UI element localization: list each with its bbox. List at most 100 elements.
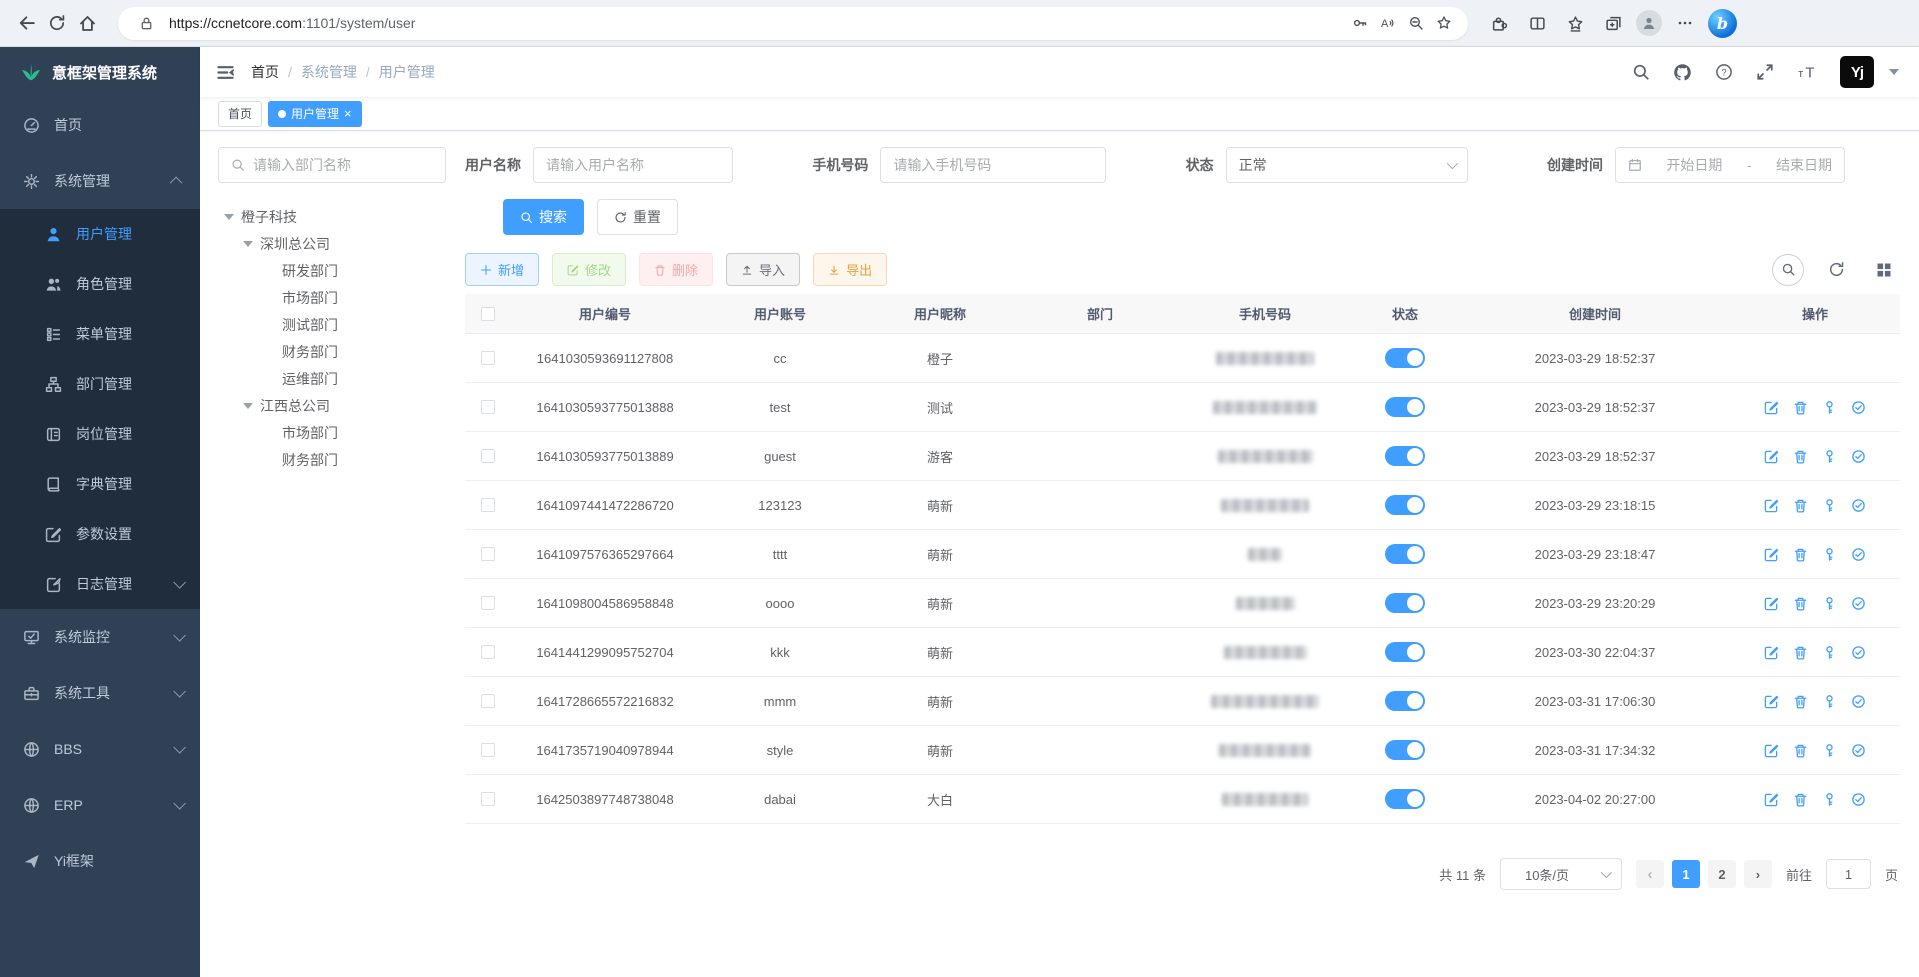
row-checkbox[interactable]: [481, 400, 495, 414]
row-checkbox[interactable]: [481, 645, 495, 659]
tree-expand-icon[interactable]: [243, 403, 253, 409]
sidebar-item-home[interactable]: 首页: [0, 97, 200, 153]
zoom-icon[interactable]: [1402, 9, 1430, 37]
row-checkbox[interactable]: [481, 792, 495, 806]
select-all-checkbox[interactable]: [481, 307, 495, 321]
dept-search-input[interactable]: [253, 157, 433, 173]
sidebar-item-erp[interactable]: ERP: [0, 777, 200, 833]
reset-password-icon[interactable]: [1822, 792, 1837, 807]
row-checkbox[interactable]: [481, 498, 495, 512]
edit-icon[interactable]: [1764, 547, 1779, 562]
status-toggle[interactable]: [1385, 642, 1425, 662]
edit-icon[interactable]: [1764, 449, 1779, 464]
sidebar-item-post-mgmt[interactable]: 岗位管理: [0, 409, 200, 459]
delete-icon[interactable]: [1793, 743, 1808, 758]
refresh-icon[interactable]: [42, 8, 72, 38]
sidebar-item-param-settings[interactable]: 参数设置: [0, 509, 200, 559]
tree-node[interactable]: 研发部门: [218, 257, 446, 284]
delete-icon[interactable]: [1793, 400, 1808, 415]
tab-user-mgmt[interactable]: 用户管理 ×: [268, 101, 362, 127]
search-icon[interactable]: [1632, 63, 1650, 81]
status-toggle[interactable]: [1385, 740, 1425, 760]
edit-icon[interactable]: [1764, 645, 1779, 660]
tree-node[interactable]: 财务部门: [218, 338, 446, 365]
import-button[interactable]: 导入: [726, 253, 800, 286]
delete-button[interactable]: 删除: [639, 253, 713, 286]
username-input[interactable]: [546, 157, 720, 173]
reset-password-icon[interactable]: [1822, 449, 1837, 464]
font-size-icon[interactable]: тT: [1797, 63, 1817, 81]
profile-icon[interactable]: [1636, 10, 1662, 36]
sidebar-item-menu-mgmt[interactable]: 菜单管理: [0, 309, 200, 359]
refresh-icon[interactable]: [1820, 254, 1852, 286]
close-icon[interactable]: ×: [344, 107, 352, 120]
split-screen-icon[interactable]: [1522, 8, 1552, 38]
sidebar-item-role-mgmt[interactable]: 角色管理: [0, 259, 200, 309]
add-button[interactable]: 新增: [465, 253, 539, 286]
reset-password-icon[interactable]: [1822, 645, 1837, 660]
assign-role-icon[interactable]: [1851, 547, 1866, 562]
assign-role-icon[interactable]: [1851, 645, 1866, 660]
reset-button[interactable]: 重置: [597, 199, 678, 235]
search-toggle-icon[interactable]: [1772, 254, 1804, 286]
help-icon[interactable]: ?: [1715, 63, 1733, 81]
next-page-button[interactable]: ›: [1744, 860, 1772, 888]
delete-icon[interactable]: [1793, 498, 1808, 513]
assign-role-icon[interactable]: [1851, 498, 1866, 513]
caret-down-icon[interactable]: [1889, 69, 1899, 75]
status-toggle[interactable]: [1385, 495, 1425, 515]
edit-icon[interactable]: [1764, 498, 1779, 513]
tab-home[interactable]: 首页: [218, 101, 262, 127]
edit-icon[interactable]: [1764, 743, 1779, 758]
assign-role-icon[interactable]: [1851, 596, 1866, 611]
assign-role-icon[interactable]: [1851, 792, 1866, 807]
extensions-icon[interactable]: [1484, 8, 1514, 38]
edit-icon[interactable]: [1764, 596, 1779, 611]
tree-node[interactable]: 深圳总公司: [218, 230, 446, 257]
status-toggle[interactable]: [1385, 348, 1425, 368]
tree-node[interactable]: 运维部门: [218, 365, 446, 392]
status-toggle[interactable]: [1385, 544, 1425, 564]
back-icon[interactable]: [12, 8, 42, 38]
assign-role-icon[interactable]: [1851, 449, 1866, 464]
modify-button[interactable]: 修改: [552, 253, 626, 286]
status-toggle[interactable]: [1385, 593, 1425, 613]
github-icon[interactable]: [1673, 63, 1692, 82]
sidebar-toggle-icon[interactable]: [216, 63, 235, 82]
fullscreen-icon[interactable]: [1756, 63, 1774, 81]
search-button[interactable]: 搜索: [503, 199, 584, 235]
reset-password-icon[interactable]: [1822, 596, 1837, 611]
sidebar-item-dept-mgmt[interactable]: 部门管理: [0, 359, 200, 409]
tree-node[interactable]: 市场部门: [218, 419, 446, 446]
reset-password-icon[interactable]: [1822, 743, 1837, 758]
password-key-icon[interactable]: [1346, 9, 1374, 37]
assign-role-icon[interactable]: [1851, 400, 1866, 415]
prev-page-button[interactable]: ‹: [1636, 860, 1664, 888]
reset-password-icon[interactable]: [1822, 400, 1837, 415]
tree-node[interactable]: 江西总公司: [218, 392, 446, 419]
export-button[interactable]: 导出: [813, 253, 887, 286]
tree-node[interactable]: 市场部门: [218, 284, 446, 311]
favorites-icon[interactable]: [1560, 8, 1590, 38]
favorite-add-icon[interactable]: [1430, 9, 1458, 37]
reset-password-icon[interactable]: [1822, 498, 1837, 513]
breadcrumb-home[interactable]: 首页: [251, 62, 279, 82]
tree-expand-icon[interactable]: [243, 241, 253, 247]
tree-node[interactable]: 测试部门: [218, 311, 446, 338]
delete-icon[interactable]: [1793, 792, 1808, 807]
edit-icon[interactable]: [1764, 400, 1779, 415]
delete-icon[interactable]: [1793, 645, 1808, 660]
date-range-picker[interactable]: 开始日期 - 结束日期: [1615, 147, 1845, 183]
tree-expand-icon[interactable]: [224, 214, 234, 220]
assign-role-icon[interactable]: [1851, 743, 1866, 758]
edit-icon[interactable]: [1764, 694, 1779, 709]
columns-grid-icon[interactable]: [1868, 254, 1900, 286]
read-aloud-icon[interactable]: A: [1374, 9, 1402, 37]
status-toggle[interactable]: [1385, 691, 1425, 711]
row-checkbox[interactable]: [481, 694, 495, 708]
row-checkbox[interactable]: [481, 449, 495, 463]
delete-icon[interactable]: [1793, 694, 1808, 709]
page-button-2[interactable]: 2: [1708, 860, 1736, 888]
page-size-select[interactable]: 10条/页: [1500, 858, 1622, 890]
status-toggle[interactable]: [1385, 397, 1425, 417]
